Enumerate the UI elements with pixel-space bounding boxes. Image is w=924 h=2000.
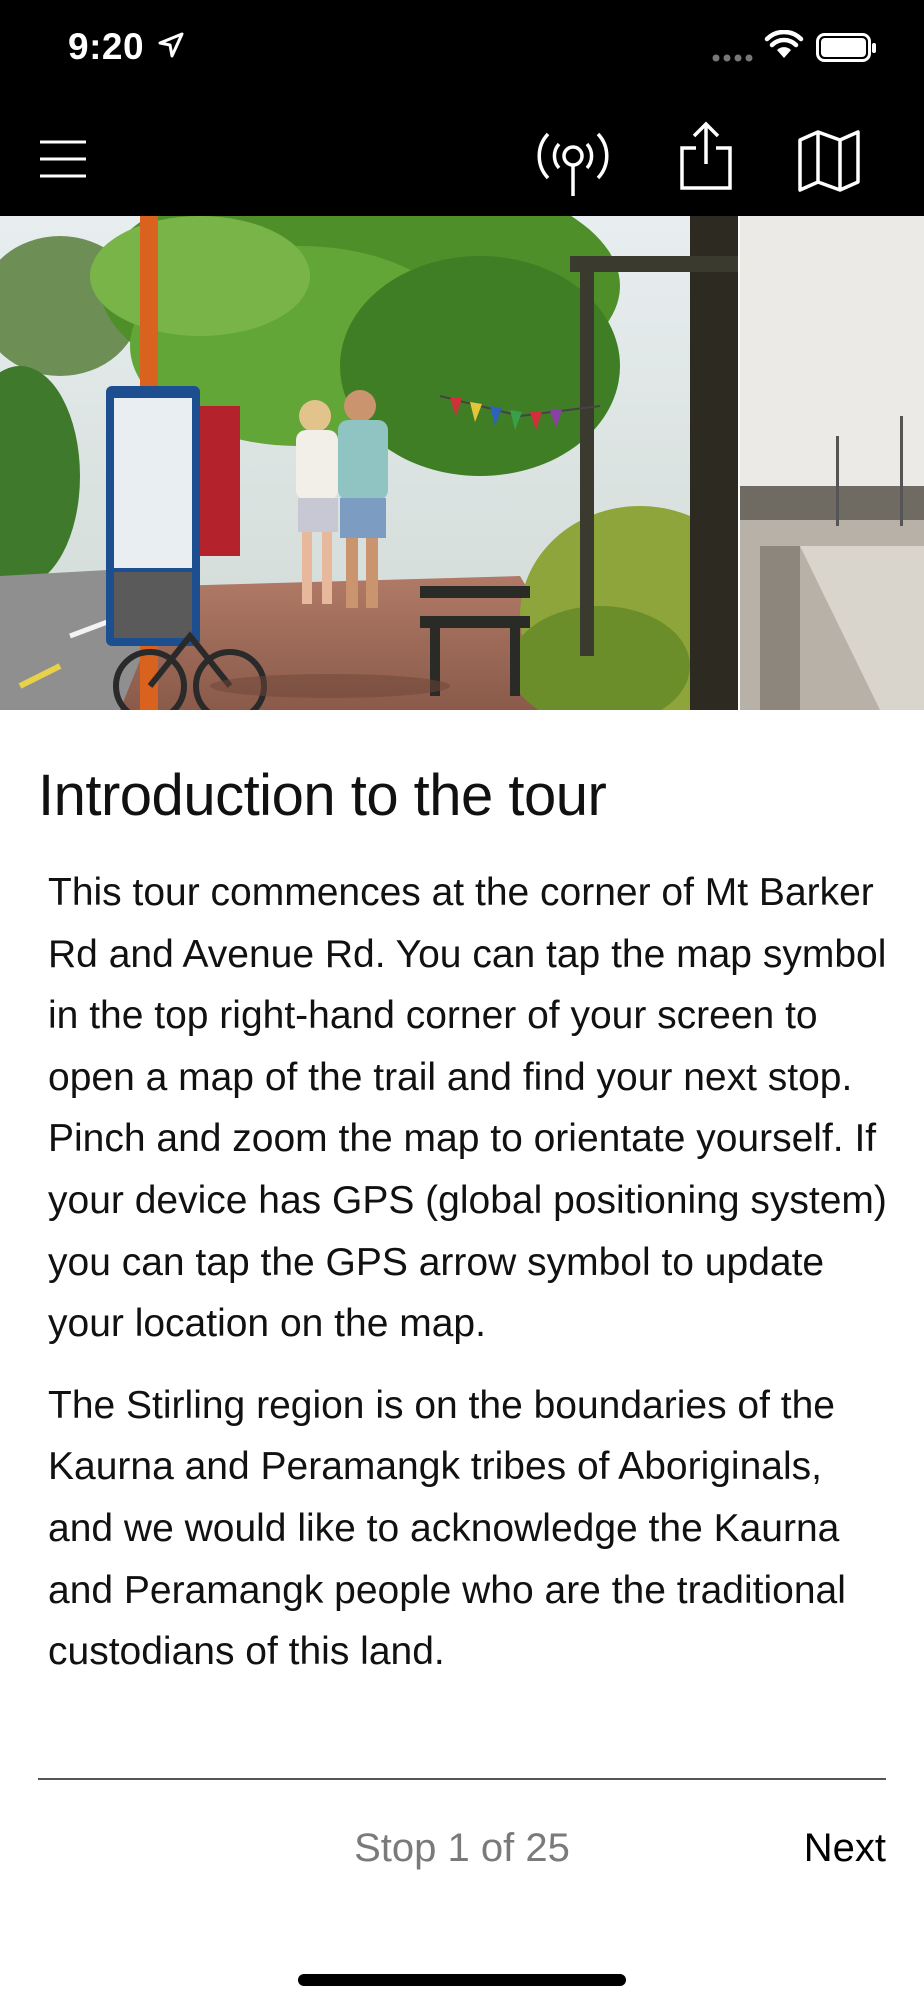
stop-counter: Stop 1 of 25 [354,1826,570,1870]
map-button[interactable] [796,126,862,192]
street-scene-photo [0,216,738,710]
location-arrow-icon [158,32,184,63]
broadcast-icon [537,132,609,196]
footer: Stop 1 of 25 Next [0,1780,924,2000]
share-icon [680,121,732,190]
hamburger-menu-icon [40,140,86,178]
historic-street-photo [740,216,924,710]
hero-image-carousel[interactable] [0,216,924,710]
share-button[interactable] [676,118,736,198]
page-title: Introduction to the tour [38,763,607,828]
home-indicator[interactable] [298,1974,626,1986]
wifi-icon [764,29,804,65]
status-bar: 9:20 [0,0,924,100]
status-time: 9:20 [68,26,145,67]
menu-button[interactable] [36,128,92,188]
paragraph: The Stirling region is on the boundaries… [48,1383,846,1674]
content-area[interactable]: Introduction to the tour This tour comme… [0,710,924,1778]
paragraph: This tour commences at the corner of Mt … [48,871,887,1346]
map-icon [798,130,860,192]
body-text: This tour commences at the corner of Mt … [48,862,888,1703]
next-button[interactable]: Next [804,1826,886,1871]
battery-icon [816,33,878,68]
broadcast-button[interactable] [530,120,616,200]
signal-icon [712,50,756,68]
navigation-bar [0,100,924,216]
